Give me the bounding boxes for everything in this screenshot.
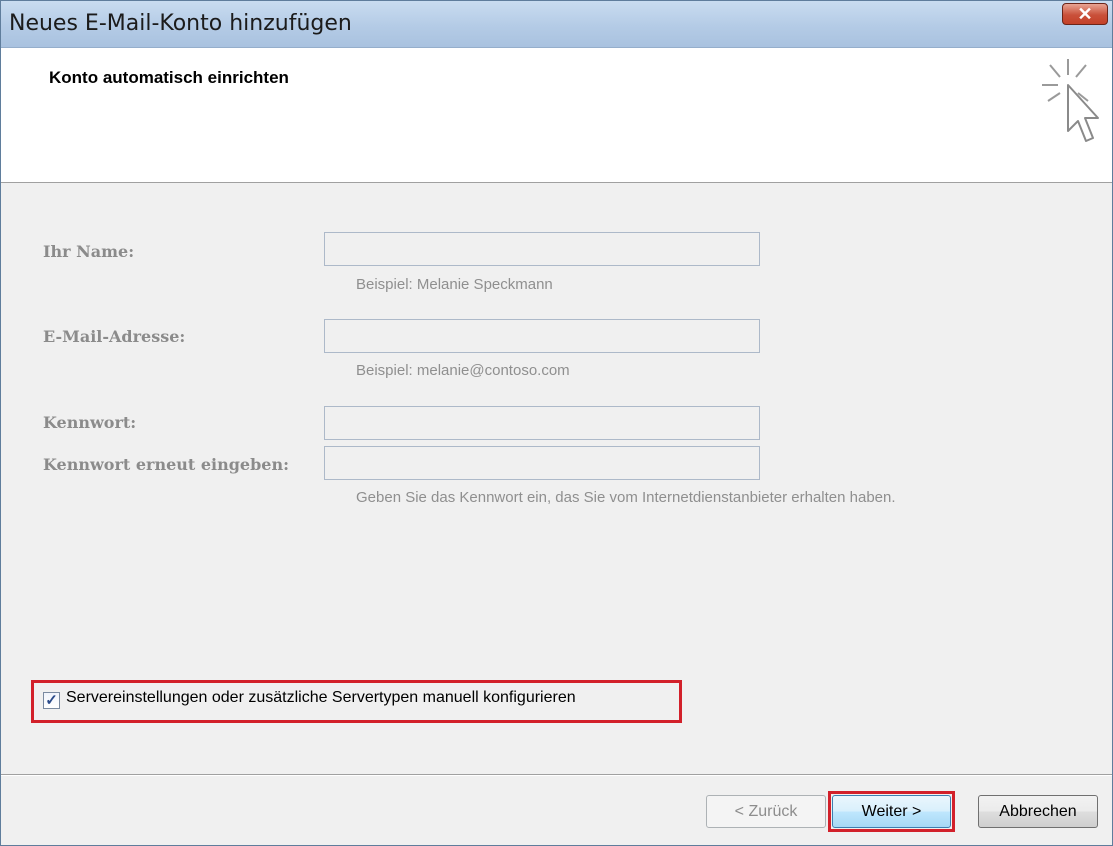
footer-separator — [1, 774, 1112, 776]
page-title: Konto automatisch einrichten — [49, 68, 289, 87]
next-button-highlight — [828, 791, 955, 832]
email-field[interactable] — [324, 319, 760, 353]
close-icon: ✕ — [1077, 4, 1093, 24]
window-title: Neues E-Mail-Konto hinzufügen — [9, 11, 352, 36]
email-hint: Beispiel: melanie@contoso.com — [356, 362, 570, 379]
password-repeat-label: Kennwort erneut eingeben: — [43, 455, 290, 474]
password-repeat-field[interactable] — [324, 446, 760, 480]
name-field[interactable] — [324, 232, 760, 266]
close-button[interactable]: ✕ — [1062, 3, 1108, 25]
name-hint: Beispiel: Melanie Speckmann — [356, 276, 553, 293]
password-label: Kennwort: — [43, 413, 137, 432]
manual-config-label[interactable]: Servereinstellungen oder zusätzliche Ser… — [66, 689, 576, 707]
back-button[interactable]: < Zurück — [706, 795, 826, 828]
password-field[interactable] — [324, 406, 760, 440]
email-label: E-Mail-Adresse: — [43, 327, 186, 346]
password-hint: Geben Sie das Kennwort ein, das Sie vom … — [356, 489, 896, 506]
manual-config-checkbox[interactable]: ✓ — [43, 692, 60, 709]
title-bar[interactable]: Neues E-Mail-Konto hinzufügen ✕ — [1, 1, 1112, 48]
cursor-click-icon — [1042, 59, 1099, 142]
wizard-header: Konto automatisch einrichten — [1, 48, 1112, 183]
cancel-button[interactable]: Abbrechen — [978, 795, 1098, 828]
add-account-dialog: Neues E-Mail-Konto hinzufügen ✕ Konto au… — [0, 0, 1113, 846]
name-label: Ihr Name: — [43, 242, 135, 261]
checkmark-icon: ✓ — [45, 692, 58, 709]
